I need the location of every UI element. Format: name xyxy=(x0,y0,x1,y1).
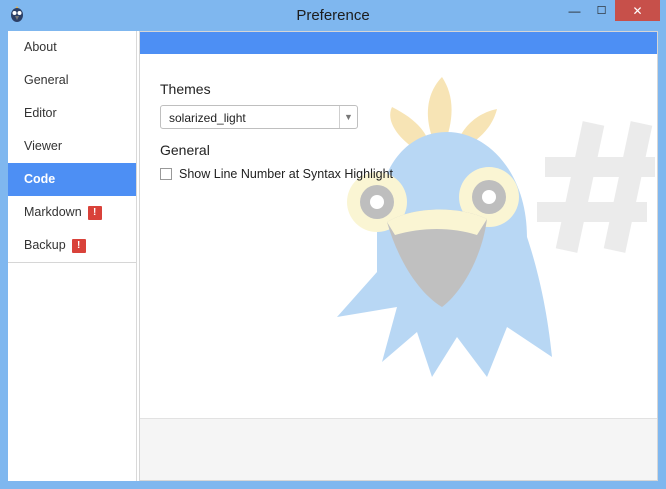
settings-panel: Themes solarized_light ▼ General Show Li… xyxy=(139,31,658,481)
show-line-number-checkbox[interactable] xyxy=(160,168,172,180)
sidebar-nav: About General Editor Viewer Code Markdow… xyxy=(8,31,136,263)
warning-badge: ! xyxy=(71,238,86,253)
sidebar-item-label: Markdown xyxy=(24,205,82,219)
sidebar-item-markdown[interactable]: Markdown ! xyxy=(8,196,136,229)
sidebar-item-backup[interactable]: Backup ! xyxy=(8,229,136,262)
preference-window: Preference — ☐ ✕ About General Editor Vi… xyxy=(0,0,666,489)
panel-footer xyxy=(140,418,657,480)
theme-select-value: solarized_light xyxy=(169,111,246,125)
sidebar: About General Editor Viewer Code Markdow… xyxy=(8,31,137,481)
sidebar-item-about[interactable]: About xyxy=(8,31,136,64)
mascot-watermark-icon xyxy=(337,77,655,377)
close-icon: ✕ xyxy=(632,3,643,18)
minimize-icon: — xyxy=(568,3,581,18)
window-client-area: About General Editor Viewer Code Markdow… xyxy=(8,31,658,481)
sidebar-item-label: Code xyxy=(24,172,56,186)
sidebar-item-label: Backup xyxy=(24,238,66,252)
chevron-down-icon[interactable]: ▼ xyxy=(339,106,357,128)
sidebar-item-general[interactable]: General xyxy=(8,64,136,97)
general-label: General xyxy=(160,142,210,158)
warning-badge: ! xyxy=(87,205,102,220)
sidebar-item-label: Viewer xyxy=(24,139,62,153)
title-bar[interactable]: Preference — ☐ ✕ xyxy=(0,0,666,31)
sidebar-item-code[interactable]: Code xyxy=(8,163,136,196)
maximize-button[interactable]: ☐ xyxy=(588,0,615,21)
themes-label: Themes xyxy=(160,81,211,97)
show-line-number-option[interactable]: Show Line Number at Syntax Highlight xyxy=(160,167,393,181)
show-line-number-label: Show Line Number at Syntax Highlight xyxy=(179,167,394,181)
sidebar-item-label: About xyxy=(24,40,57,54)
panel-header-bar xyxy=(140,32,657,54)
sidebar-item-label: Editor xyxy=(24,106,57,120)
minimize-button[interactable]: — xyxy=(561,0,588,21)
sidebar-item-label: General xyxy=(24,73,69,87)
maximize-icon: ☐ xyxy=(596,5,607,17)
sidebar-item-editor[interactable]: Editor xyxy=(8,97,136,130)
close-button[interactable]: ✕ xyxy=(615,0,660,21)
theme-select[interactable]: solarized_light ▼ xyxy=(160,105,358,129)
sidebar-item-viewer[interactable]: Viewer xyxy=(8,130,136,163)
